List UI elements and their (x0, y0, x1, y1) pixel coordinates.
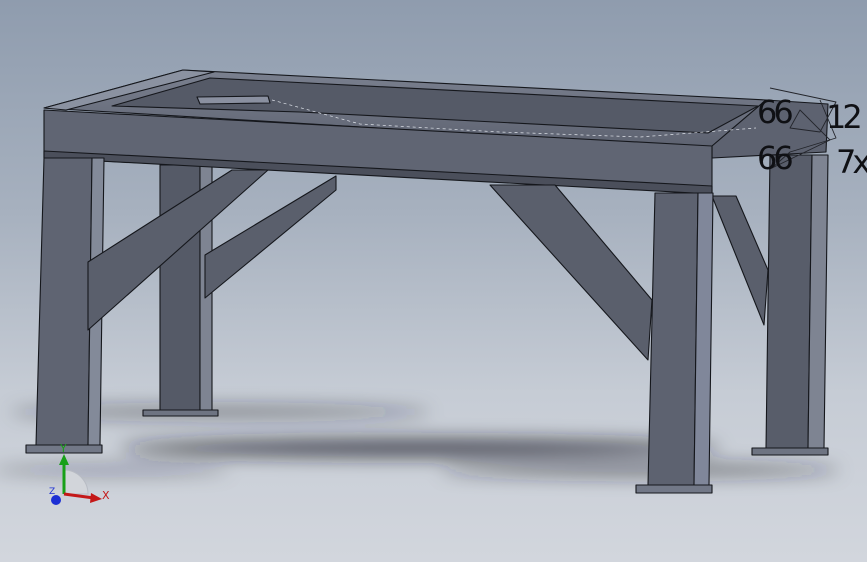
z-axis-label: Z (49, 487, 56, 497)
floor-shadow (0, 407, 840, 476)
weld-annotation-7x[interactable]: 7x (836, 146, 867, 178)
3d-model-view[interactable] (0, 0, 867, 562)
right-diagonal-brace (489, 184, 769, 361)
cad-viewport[interactable]: 66 12 66 7x X Y Z (0, 0, 867, 562)
weld-annotation-12[interactable]: 12 (826, 101, 863, 133)
y-axis-label: Y (60, 442, 67, 455)
weld-annotation-66-lower[interactable]: 66 (757, 142, 794, 174)
weld-annotation-66-upper[interactable]: 66 (757, 96, 794, 128)
x-axis-arrow (90, 493, 102, 503)
x-axis-label: X (102, 489, 110, 502)
reference-triad (51, 454, 102, 505)
x-axis-line (63, 492, 95, 500)
y-axis-arrow (59, 454, 69, 465)
triad-arc (63, 469, 89, 495)
